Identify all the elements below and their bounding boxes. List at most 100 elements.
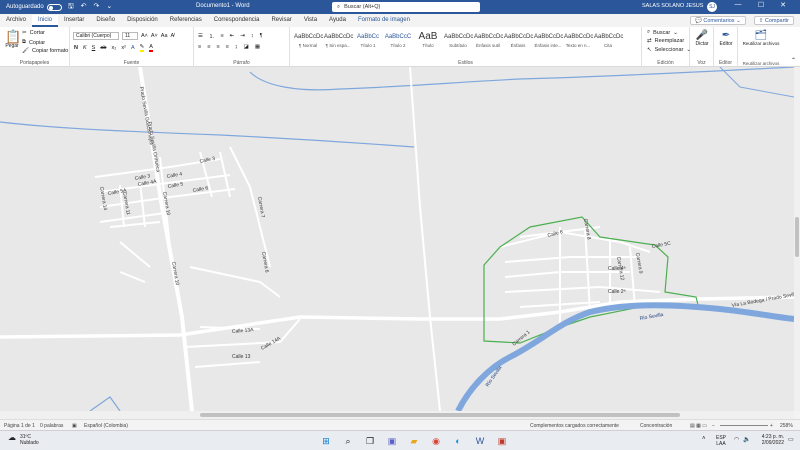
decrease-indent-icon[interactable]: ⇤ [230, 33, 235, 39]
close-button[interactable]: ✕ [772, 1, 794, 9]
page-count[interactable]: Página 1 de 1 [4, 423, 35, 429]
tray-chevron-icon[interactable]: ˄ [702, 436, 706, 442]
subscript-icon[interactable]: x₂ [111, 45, 116, 51]
tab-revisar[interactable]: Revisar [265, 15, 297, 27]
search-icon[interactable]: ⌕ [341, 434, 355, 448]
redo-icon[interactable]: ↷ [94, 2, 100, 13]
sort-icon[interactable]: ↕ [251, 33, 254, 39]
tab-ayuda[interactable]: Ayuda [323, 15, 352, 27]
text-effects-icon[interactable]: A [131, 45, 135, 51]
tab-correspondencia[interactable]: Correspondencia [208, 15, 266, 27]
edge-icon[interactable]: ◐ [451, 434, 465, 448]
zoom-level[interactable]: 258% [780, 423, 793, 429]
justify-icon[interactable]: ≡ [226, 44, 229, 50]
copy-button[interactable]: ⧉ Copiar [22, 39, 45, 46]
task-view-icon[interactable]: ❐ [363, 434, 377, 448]
font-color-icon[interactable]: A [149, 44, 153, 52]
align-center-icon[interactable]: ≡ [207, 44, 210, 50]
tab-diseno[interactable]: Diseño [90, 15, 121, 27]
style-item[interactable]: AaBbCcDc Énfasis [504, 31, 533, 53]
highlight-icon[interactable]: ✎ [139, 44, 145, 52]
clear-format-icon[interactable]: A̸ [171, 33, 175, 39]
font-size-select[interactable]: 11 [122, 32, 138, 40]
customize-icon[interactable]: ⌄ [106, 2, 112, 13]
comments-button[interactable]: 💬 Comentarios ⌄ [689, 16, 746, 25]
user-name[interactable]: SALAS SOLANO JESUS [642, 3, 703, 9]
change-case-icon[interactable]: Aa [161, 33, 168, 39]
style-item[interactable]: AaBbCcDc ¶ Sin espa... [324, 31, 353, 53]
undo-icon[interactable]: ↶ [81, 2, 87, 13]
word-icon[interactable]: W [473, 434, 487, 448]
increase-indent-icon[interactable]: ⇥ [240, 33, 245, 39]
proofing-icon[interactable]: ▣ [72, 423, 77, 429]
minimize-button[interactable]: — [726, 1, 750, 9]
scroll-thumb[interactable] [200, 413, 680, 417]
show-marks-icon[interactable]: ¶ [260, 33, 263, 39]
save-icon[interactable]: 🖫 [68, 2, 74, 13]
tab-formato-imagen[interactable]: Formato de imagen [352, 15, 416, 27]
share-button[interactable]: ⇪ Compartir [753, 16, 794, 25]
style-item[interactable]: AaBbCcDc Cita [594, 31, 623, 53]
multilevel-icon[interactable]: ≡ [220, 33, 223, 39]
editor-button[interactable]: ✒ Editor [716, 30, 736, 47]
tab-archivo[interactable]: Archivo [0, 15, 32, 27]
shading-icon[interactable]: ◪ [244, 44, 249, 50]
weather-widget[interactable]: ☁ 31ºC Nublado [8, 434, 39, 447]
horizontal-scrollbar[interactable] [0, 411, 794, 419]
wifi-icon[interactable]: ◠ [734, 436, 739, 443]
bold-icon[interactable]: N [74, 45, 78, 51]
italic-icon[interactable]: K [83, 45, 87, 51]
tab-inicio[interactable]: Inicio [32, 15, 59, 27]
start-icon[interactable]: ⊞ [319, 434, 333, 448]
volume-icon[interactable]: 🔈 [743, 436, 750, 443]
map-image[interactable]: Prado Sevilla Guacamayal Prado Sevilla O… [0, 67, 794, 411]
notification-icon[interactable]: ▭ [788, 436, 794, 443]
tab-referencias[interactable]: Referencias [164, 15, 208, 27]
bullets-icon[interactable]: ☰ [198, 33, 203, 39]
view-icons[interactable]: ▤ ▦ ▭ [690, 423, 707, 429]
language-status[interactable]: Español (Colombia) [84, 423, 128, 429]
focus-button[interactable]: Concentración [640, 423, 672, 429]
style-item[interactable]: AaB Título [414, 31, 442, 53]
autosave[interactable]: Autoguardado [6, 3, 62, 11]
style-item[interactable]: AaBbCc Título 1 [354, 31, 382, 53]
reuse-files-button[interactable]: 🗂 Reutilizar archivos [742, 30, 780, 46]
word-count[interactable]: 0 palabras [40, 423, 63, 429]
chrome-icon[interactable]: ◉ [429, 434, 443, 448]
font-name-select[interactable]: Calibri (Cuerpo) [73, 32, 119, 40]
align-right-icon[interactable]: ≡ [216, 44, 219, 50]
borders-icon[interactable]: ▦ [255, 44, 260, 50]
dictate-button[interactable]: 🎤 Dictar [693, 30, 711, 47]
style-item[interactable]: AaBbCcDc Énfasis sutil [474, 31, 503, 53]
autosave-toggle[interactable] [46, 3, 62, 11]
file-explorer-icon[interactable]: ▰ [407, 434, 421, 448]
addins-status[interactable]: Complementos cargados correctamente [530, 423, 619, 429]
shrink-font-icon[interactable]: A˅ [151, 33, 158, 39]
numbering-icon[interactable]: ⒈ [209, 32, 215, 40]
select-button[interactable]: ↖ Seleccionar ⌄ [647, 47, 691, 53]
style-item[interactable]: AaBbCcDc Énfasis inte... [534, 31, 563, 53]
vertical-scrollbar[interactable] [794, 67, 800, 411]
zoom-plus-icon[interactable]: + [770, 423, 773, 429]
scroll-thumb[interactable] [795, 217, 799, 257]
tab-vista[interactable]: Vista [298, 15, 323, 27]
style-item[interactable]: AaBbCcDc ¶ Normal [294, 31, 323, 53]
tab-insertar[interactable]: Insertar [58, 15, 90, 27]
align-left-icon[interactable]: ≡ [198, 44, 201, 50]
superscript-icon[interactable]: x² [121, 45, 126, 51]
paste-button[interactable]: 📋 Pegar [5, 30, 21, 49]
zoom-slider[interactable] [720, 425, 768, 426]
cut-button[interactable]: ✂ Cortar [22, 30, 45, 36]
search-input[interactable]: ⌕ Buscar (Alt+Q) [332, 2, 480, 12]
style-item[interactable]: AaBbCcDc Subtítulo [444, 31, 473, 53]
line-spacing-icon[interactable]: ↨ [235, 44, 238, 50]
avatar[interactable]: SJ [707, 2, 717, 12]
replace-button[interactable]: ⇄ Reemplazar [647, 38, 684, 44]
zoom-minus-icon[interactable]: − [712, 423, 715, 429]
strikethrough-icon[interactable]: ab [100, 45, 106, 51]
tab-disposicion[interactable]: Disposición [121, 15, 164, 27]
grow-font-icon[interactable]: A˄ [141, 33, 148, 39]
maximize-button[interactable]: ☐ [750, 1, 772, 9]
underline-icon[interactable]: S [92, 45, 96, 51]
clock[interactable]: 4:23 p. m. 2/09/2022 [762, 434, 784, 446]
